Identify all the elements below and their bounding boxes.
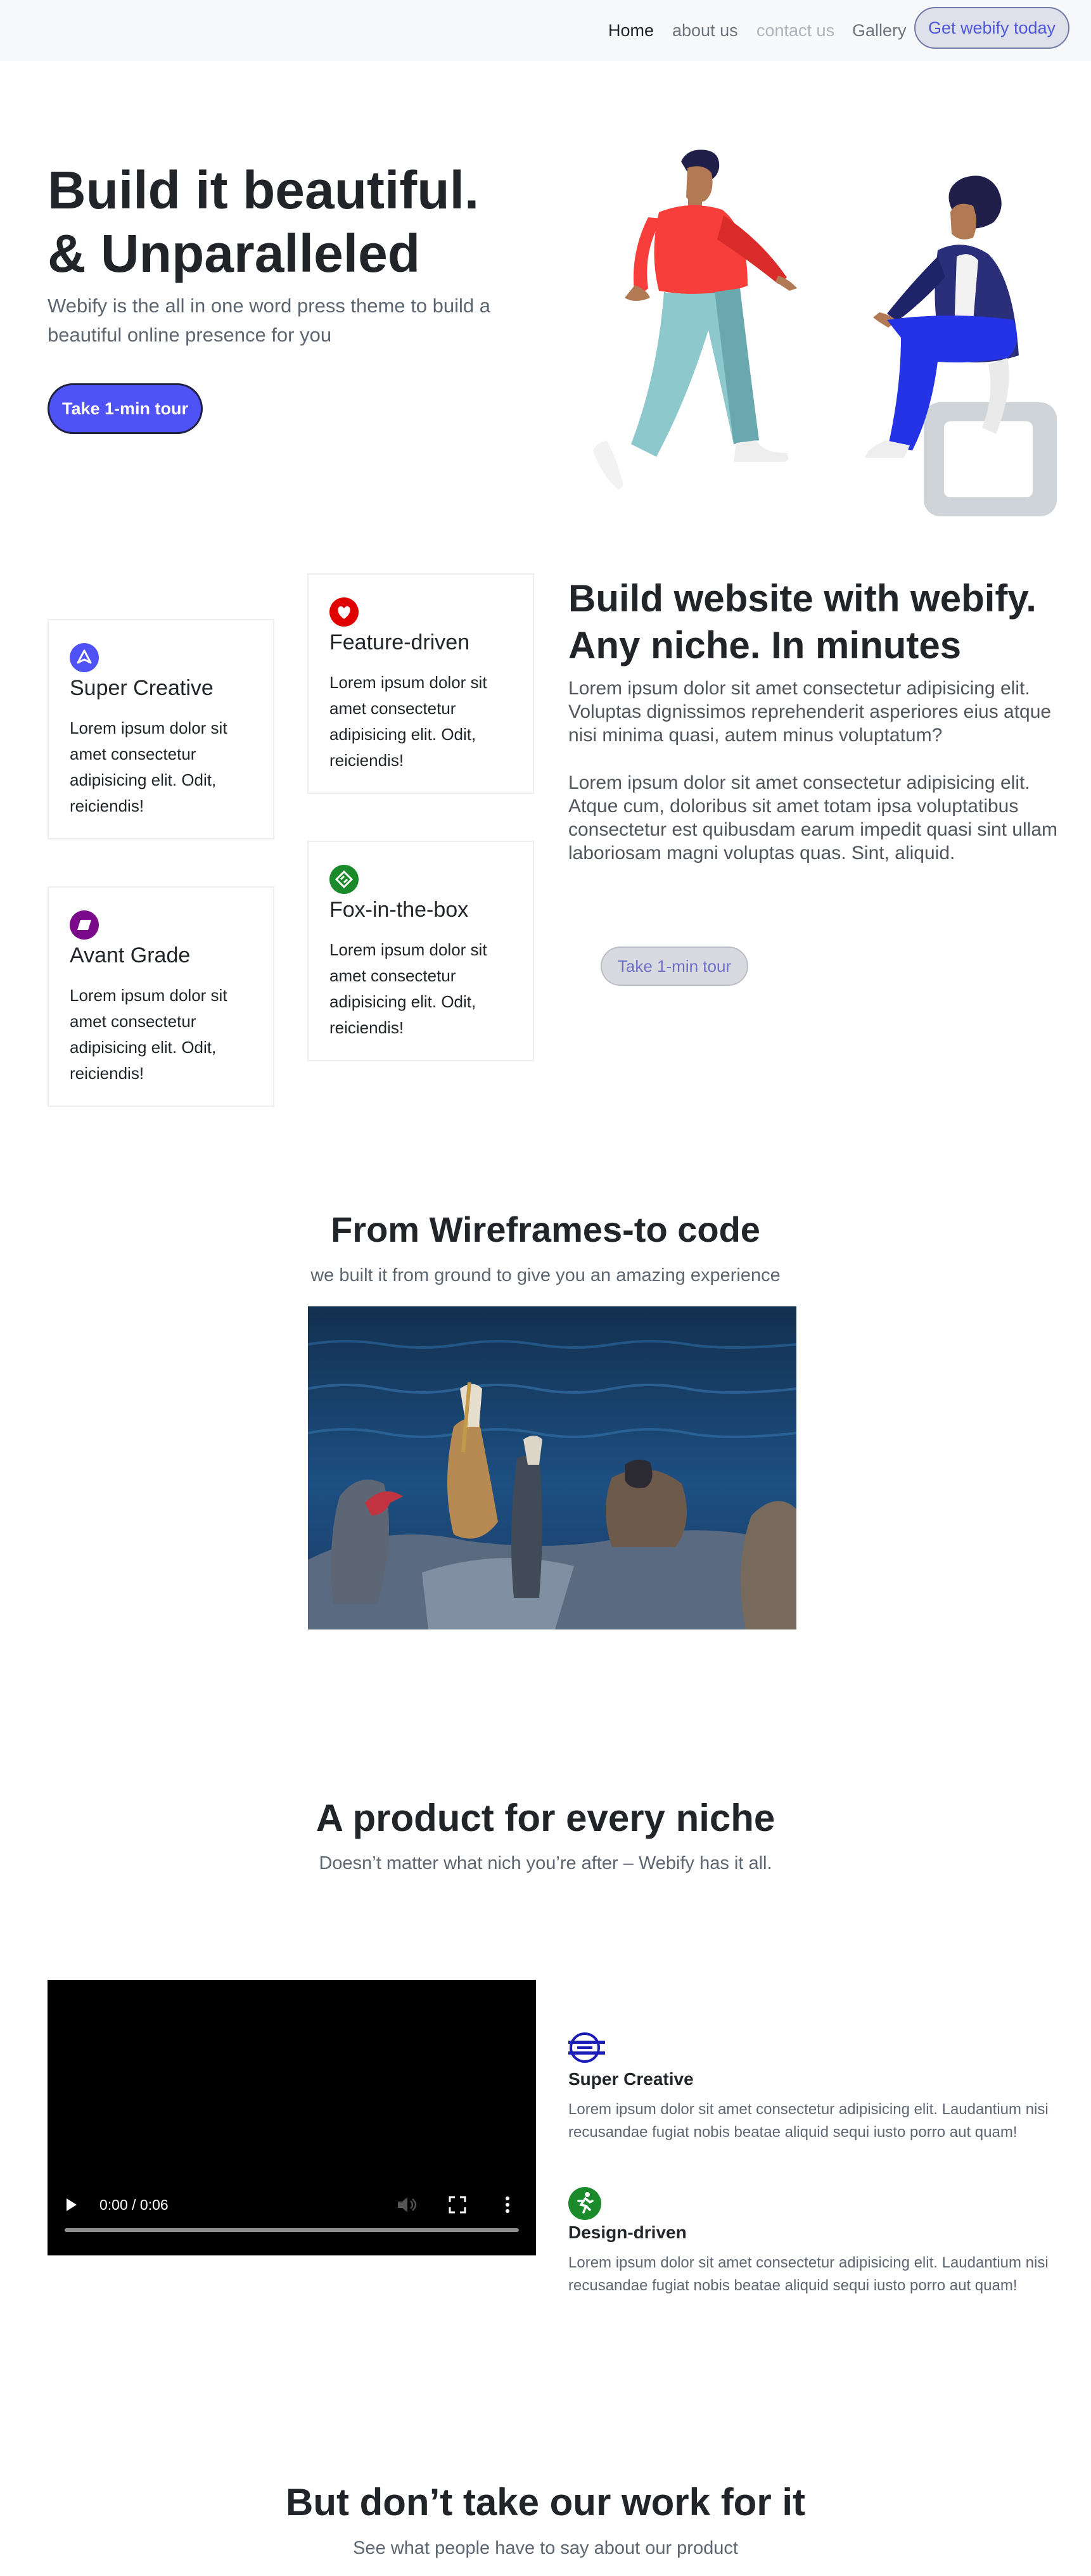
feature-card-super-creative: Super Creative Lorem ipsum dolor sit ame… [48,619,274,839]
nav-link-gallery[interactable]: Gallery [852,19,907,42]
card-title: Fox-in-the-box [329,898,469,922]
play-icon[interactable] [67,2198,77,2211]
parallelogram-icon [70,910,99,940]
more-options-icon[interactable] [505,2195,510,2214]
hero-subtitle: Webify is the all in one word press them… [48,295,491,346]
nav-link-contact[interactable]: contact us [756,19,834,42]
niche-paragraph-1: Lorem ipsum dolor sit amet consectetur a… [568,678,1052,746]
niche-title-line2: Any niche. In minutes [568,624,962,666]
get-webify-button[interactable]: Get webify today [914,7,1069,49]
hero-title: Build it beautiful. & Unparalleled [48,158,529,285]
card-title: Feature-driven [329,630,470,654]
wireframes-subtitle: we built it from ground to give you an a… [310,1265,781,1285]
niche-paragraph-2: Lorem ipsum dolor sit amet consectetur a… [568,772,1058,864]
diamond-link-icon [329,865,359,894]
card-title: Super Creative [70,676,214,700]
wireframes-title: From Wireframes-to code [331,1209,760,1249]
subway-icon [568,2031,605,2064]
volume-icon[interactable] [396,2195,418,2214]
hero-title-line1: Build it beautiful. [48,160,480,220]
runner-icon [568,2187,601,2220]
feature-text-super-creative: Lorem ipsum dolor sit amet consectetur a… [568,2101,1049,2141]
hero-title-line2: & Unparalleled [48,224,421,283]
nav-link-about[interactable]: about us [672,19,738,42]
pelicans-photo [308,1306,796,1629]
niche-tour-button[interactable]: Take 1-min tour [601,947,748,986]
feature-title-super-creative: Super Creative [568,2069,694,2089]
hero-illustration [593,150,1057,516]
heart-icon [329,597,359,627]
card-text: Lorem ipsum dolor sit amet consectetur a… [329,940,487,1037]
niche-title-line1: Build website with webify. [568,577,1037,620]
top-navbar: Home about us contact us Gallery Get web… [0,0,1091,61]
feature-card-fox-in-the-box: Fox-in-the-box Lorem ipsum dolor sit ame… [307,841,534,1061]
video-player[interactable]: 0:00 / 0:06 [48,1980,536,2255]
product-title: A product for every niche [316,1797,775,1839]
hero-tour-button[interactable]: Take 1-min tour [48,383,203,434]
feature-text-design-driven: Lorem ipsum dolor sit amet consectetur a… [568,2254,1049,2294]
seated-person-illustration [865,175,1057,516]
video-progress-bar[interactable] [65,2228,519,2232]
walking-person-illustration [593,150,797,490]
feature-card-avant-grade: Avant Grade Lorem ipsum dolor sit amet c… [48,886,274,1107]
niche-title: Build website with webify. Any niche. In… [568,575,1075,669]
product-subtitle: Doesn’t matter what nich you’re after – … [319,1853,772,1873]
testimonials-subtitle: See what people have to say about our pr… [353,2538,738,2558]
card-title: Avant Grade [70,943,191,967]
card-text: Lorem ipsum dolor sit amet consectetur a… [70,986,227,1083]
video-time: 0:00 / 0:06 [99,2197,169,2213]
nav-link-home[interactable]: Home [608,19,654,42]
feature-card-feature-driven: Feature-driven Lorem ipsum dolor sit ame… [307,573,534,794]
card-text: Lorem ipsum dolor sit amet consectetur a… [329,673,487,770]
testimonials-title: But don’t take our work for it [286,2481,805,2523]
feature-title-design-driven: Design-driven [568,2222,687,2242]
fullscreen-icon[interactable] [448,2195,467,2214]
navigation-arrow-icon [70,643,99,672]
card-text: Lorem ipsum dolor sit amet consectetur a… [70,718,227,815]
